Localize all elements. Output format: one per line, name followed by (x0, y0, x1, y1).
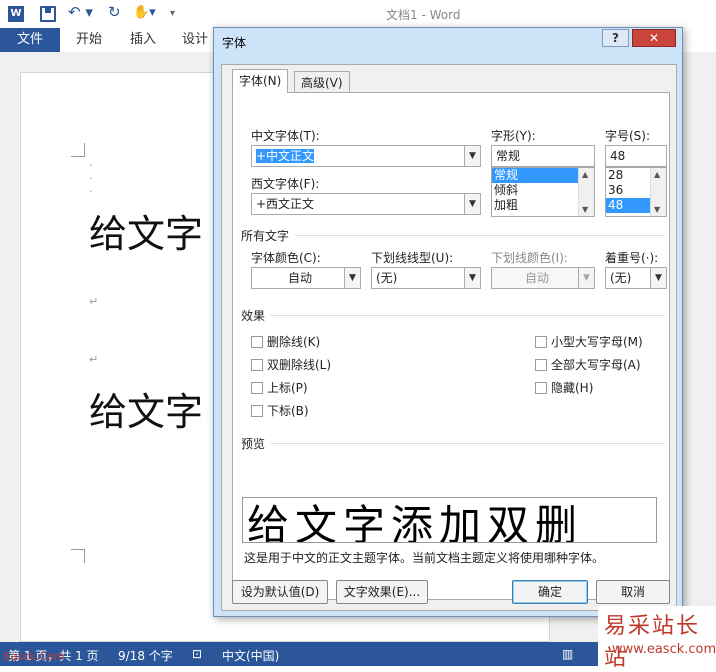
watermark-left: Easck.Com (4, 650, 65, 663)
size-list[interactable]: 28 36 48 ▲ ▼ (605, 167, 667, 217)
cn-font-select[interactable]: +中文正文 ▼ (251, 145, 481, 167)
style-list[interactable]: 常规 倾斜 加粗 ▲ ▼ (491, 167, 595, 217)
tab-design[interactable]: 设计 (182, 28, 208, 52)
proofing-icon[interactable]: ⊡ (192, 647, 202, 661)
size-value: 48 (610, 149, 626, 163)
west-font-label: 西文字体(F): (251, 177, 320, 191)
checkbox-label: 全部大写字母(A) (551, 358, 641, 372)
ok-button[interactable]: 确定 (512, 580, 588, 604)
paragraph-mark: · · · (89, 159, 93, 198)
chevron-down-icon[interactable]: ▼ (464, 194, 480, 214)
double-strikethrough-checkbox[interactable]: 双删除线(L) (251, 356, 331, 373)
touch-mode-icon[interactable]: ✋▾ (133, 5, 156, 20)
undo-icon[interactable]: ↶ ▾ (68, 3, 93, 21)
word-logo-icon: W (8, 6, 24, 22)
size-input[interactable]: 48 (605, 145, 667, 167)
preview-heading: 预览 (241, 437, 266, 451)
style-input[interactable]: 常规 (491, 145, 595, 167)
document-line-2[interactable]: 给文字 (89, 381, 203, 436)
underline-label: 下划线线型(U): (371, 251, 454, 265)
language-status[interactable]: 中文(中国) (222, 647, 279, 664)
watermark-url: www.easck.com (612, 642, 716, 657)
checkbox-label: 删除线(K) (267, 335, 321, 349)
paragraph-mark: ↵ (89, 295, 99, 308)
tab-home[interactable]: 开始 (76, 28, 102, 52)
tab-file[interactable]: 文件 (0, 28, 60, 52)
chevron-down-icon[interactable]: ▼ (650, 268, 666, 288)
scrollbar[interactable]: ▲ ▼ (650, 168, 666, 216)
cn-font-value: +中文正文 (256, 149, 315, 163)
effects-heading: 效果 (241, 309, 266, 323)
watermark: 易采站长站 www.easck.com (598, 606, 716, 671)
emphasis-select[interactable]: (无) ▼ (605, 267, 667, 289)
divider (271, 315, 665, 316)
color-label: 字体颜色(C): (251, 251, 321, 265)
preview-note: 这是用于中文的正文主题字体。当前文档主题定义将使用哪种字体。 (244, 551, 605, 565)
underline-select[interactable]: (无) ▼ (371, 267, 481, 289)
tab-advanced[interactable]: 高级(V) (294, 71, 350, 93)
underline-color-value: 自动 (524, 271, 549, 285)
tab-insert[interactable]: 插入 (130, 28, 156, 52)
font-dialog: 字体 ? ✕ 中文字体(T): +中文正文 ▼ 西文字体(F): +西文正文 ▼… (213, 27, 683, 617)
save-icon[interactable] (40, 6, 56, 22)
strikethrough-checkbox[interactable]: 删除线(K) (251, 333, 320, 350)
all-text-heading: 所有文字 (241, 229, 290, 243)
checkbox-label: 下标(B) (267, 404, 309, 418)
hidden-checkbox[interactable]: 隐藏(H) (535, 379, 593, 396)
help-button[interactable]: ? (602, 29, 629, 47)
color-value: 自动 (287, 271, 312, 285)
all-caps-checkbox[interactable]: 全部大写字母(A) (535, 356, 641, 373)
close-button[interactable]: ✕ (632, 29, 676, 47)
underline-color-label: 下划线颜色(I): (491, 251, 568, 265)
emphasis-label: 着重号(·): (605, 251, 659, 265)
divider (271, 443, 665, 444)
emphasis-value: (无) (610, 271, 632, 285)
checkbox-label: 隐藏(H) (551, 381, 594, 395)
document-line-1[interactable]: 给文字 (89, 203, 203, 258)
dialog-body: 中文字体(T): +中文正文 ▼ 西文字体(F): +西文正文 ▼ 字形(Y):… (221, 64, 677, 611)
divider (295, 235, 665, 236)
preview-text: 给文字添加双删 (247, 501, 584, 543)
chevron-down-icon[interactable]: ▼ (464, 268, 480, 288)
text-effects-button[interactable]: 文字效果(E)... (336, 580, 428, 604)
style-value: 常规 (496, 149, 521, 163)
set-default-button[interactable]: 设为默认值(D) (232, 580, 328, 604)
chevron-down-icon: ▼ (578, 268, 594, 288)
tab-font[interactable]: 字体(N) (232, 69, 289, 93)
customize-qat-icon[interactable]: ▾ (170, 8, 175, 19)
preview-box: 给文字添加双删 (242, 497, 657, 543)
word-count[interactable]: 9/18 个字 (118, 647, 173, 664)
subscript-checkbox[interactable]: 下标(B) (251, 402, 309, 419)
paragraph-mark: ↵ (89, 353, 99, 366)
superscript-checkbox[interactable]: 上标(P) (251, 379, 308, 396)
size-label: 字号(S): (605, 129, 651, 143)
margin-corner-top (71, 143, 85, 157)
chevron-down-icon[interactable]: ▼ (464, 146, 480, 166)
checkbox-label: 小型大写字母(M) (551, 335, 643, 349)
window-title: 文档1 - Word (386, 8, 461, 22)
watermark-text: 易采站长站 (604, 614, 701, 671)
margin-corner-bottom (71, 549, 85, 563)
chevron-down-icon[interactable]: ▼ (344, 268, 360, 288)
checkbox-label: 双删除线(L) (267, 358, 332, 372)
quick-access-toolbar: W ↶ ▾ ↻ ✋▾ ▾ 文档1 - Word (0, 0, 716, 28)
underline-value: (无) (376, 271, 398, 285)
read-mode-icon[interactable]: ▥ (562, 647, 573, 661)
small-caps-checkbox[interactable]: 小型大写字母(M) (535, 333, 643, 350)
cancel-button[interactable]: 取消 (596, 580, 670, 604)
style-label: 字形(Y): (491, 129, 536, 143)
dialog-title: 字体 (222, 36, 247, 50)
underline-color-select: 自动 ▼ (491, 267, 595, 289)
checkbox-label: 上标(P) (267, 381, 308, 395)
west-font-select[interactable]: +西文正文 ▼ (251, 193, 481, 215)
west-font-value: +西文正文 (256, 197, 315, 211)
cn-font-label: 中文字体(T): (251, 129, 320, 143)
color-select[interactable]: 自动 ▼ (251, 267, 361, 289)
redo-icon[interactable]: ↻ (108, 3, 121, 21)
scrollbar[interactable]: ▲ ▼ (578, 168, 594, 216)
